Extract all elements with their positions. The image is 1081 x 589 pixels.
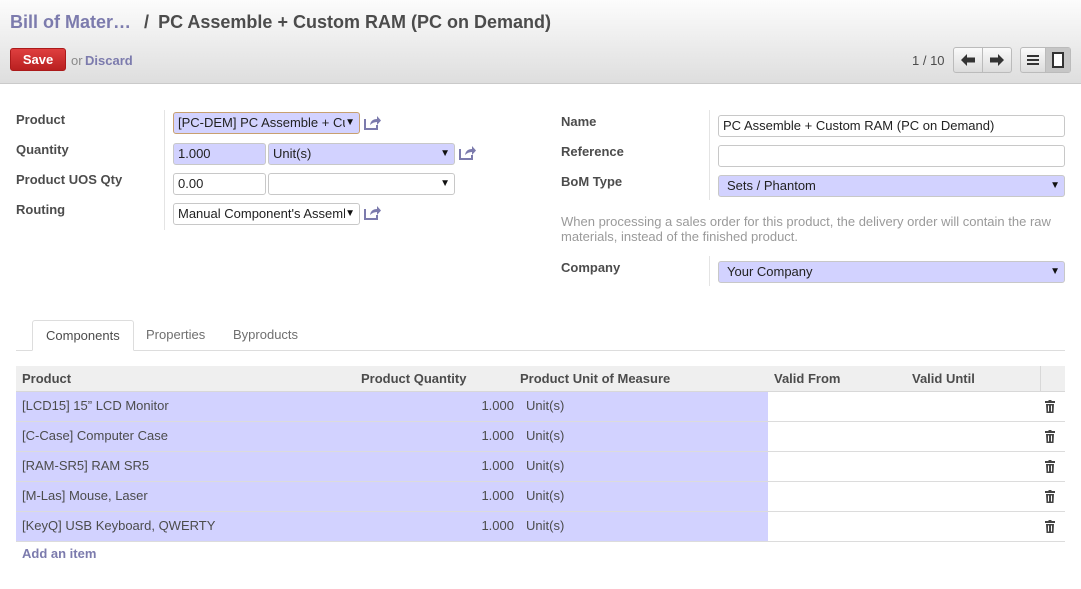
cell-valid-from[interactable]	[768, 452, 906, 481]
name-input[interactable]: PC Assemble + Custom RAM (PC on Demand)	[718, 115, 1065, 137]
trash-icon[interactable]	[1045, 490, 1055, 503]
column-header-product-quantity[interactable]: Product Quantity	[341, 366, 520, 391]
chevron-down-icon: ▼	[1050, 180, 1060, 191]
control-panel: Bill of Mater… / PC Assemble + Custom RA…	[0, 0, 1081, 84]
cell-quantity[interactable]: 1.000	[341, 452, 520, 481]
arrow-left-icon	[961, 54, 976, 66]
chevron-down-icon: ▼	[440, 148, 450, 159]
breadcrumb-separator: /	[144, 12, 150, 32]
reference-label: Reference	[561, 144, 624, 159]
cell-valid-from[interactable]	[768, 422, 906, 451]
list-view-button[interactable]	[1021, 48, 1045, 72]
tab-properties[interactable]: Properties	[133, 320, 218, 351]
quantity-input[interactable]: 1.000	[173, 143, 266, 165]
cell-product[interactable]: [RAM-SR5] RAM SR5	[16, 452, 341, 481]
cell-valid-until[interactable]	[906, 512, 1040, 541]
quantity-label: Quantity	[16, 142, 69, 157]
external-link-icon[interactable]	[458, 145, 476, 161]
chevron-down-icon: ▼	[345, 117, 355, 128]
trash-icon[interactable]	[1045, 430, 1055, 443]
components-table: Product Product Quantity Product Unit of…	[16, 366, 1065, 542]
column-header-unit-of-measure[interactable]: Product Unit of Measure	[520, 366, 768, 391]
tab-byproducts[interactable]: Byproducts	[220, 320, 311, 351]
column-header-product[interactable]: Product	[16, 366, 341, 391]
cell-product[interactable]: [M-Las] Mouse, Laser	[16, 482, 341, 511]
chevron-down-icon: ▼	[1050, 266, 1060, 277]
cell-valid-until[interactable]	[906, 482, 1040, 511]
column-divider	[709, 110, 710, 200]
trash-icon[interactable]	[1045, 460, 1055, 473]
external-link-icon[interactable]	[363, 205, 381, 221]
table-row[interactable]: [KeyQ] USB Keyboard, QWERTY 1.000 Unit(s…	[16, 512, 1065, 542]
page-title: PC Assemble + Custom RAM (PC on Demand)	[158, 12, 551, 32]
bom-type-select[interactable]: Sets / Phantom ▼	[718, 175, 1065, 197]
cell-valid-until[interactable]	[906, 392, 1040, 421]
next-record-button[interactable]	[982, 48, 1011, 72]
cell-uom[interactable]: Unit(s)	[520, 452, 768, 481]
form-view-icon	[1052, 52, 1065, 68]
cell-quantity[interactable]: 1.000	[341, 482, 520, 511]
column-header-actions	[1040, 366, 1065, 391]
cell-product[interactable]: [C-Case] Computer Case	[16, 422, 341, 451]
breadcrumb-parent-link[interactable]: Bill of Mater…	[10, 12, 131, 32]
add-an-item-link[interactable]: Add an item	[22, 546, 96, 561]
external-link-icon[interactable]	[363, 115, 381, 131]
list-view-icon	[1027, 55, 1040, 65]
arrow-right-icon	[990, 54, 1005, 66]
cell-uom[interactable]: Unit(s)	[520, 482, 768, 511]
cell-valid-until[interactable]	[906, 422, 1040, 451]
breadcrumb: Bill of Mater… / PC Assemble + Custom RA…	[10, 12, 551, 33]
cell-quantity[interactable]: 1.000	[341, 392, 520, 421]
column-divider	[164, 110, 165, 230]
cell-valid-from[interactable]	[768, 512, 906, 541]
company-select[interactable]: Your Company ▼	[718, 261, 1065, 283]
chevron-down-icon: ▼	[345, 208, 355, 219]
routing-label: Routing	[16, 202, 66, 217]
product-uos-qty-input[interactable]: 0.00	[173, 173, 266, 195]
table-header: Product Product Quantity Product Unit of…	[16, 366, 1065, 392]
cell-uom[interactable]: Unit(s)	[520, 512, 768, 541]
trash-icon[interactable]	[1045, 400, 1055, 413]
cell-uom[interactable]: Unit(s)	[520, 422, 768, 451]
product-uos-select[interactable]: ▼	[268, 173, 455, 195]
reference-input[interactable]	[718, 145, 1065, 167]
cell-quantity[interactable]: 1.000	[341, 422, 520, 451]
cell-valid-from[interactable]	[768, 482, 906, 511]
column-header-valid-from[interactable]: Valid From	[768, 366, 906, 391]
chevron-down-icon: ▼	[440, 178, 450, 189]
bom-type-help-text: When processing a sales order for this p…	[561, 214, 1051, 244]
view-switcher	[1020, 47, 1071, 73]
pager-counter[interactable]: 1 / 10	[912, 53, 945, 68]
table-row[interactable]: [C-Case] Computer Case 1.000 Unit(s)	[16, 422, 1065, 452]
cell-uom[interactable]: Unit(s)	[520, 392, 768, 421]
cell-valid-until[interactable]	[906, 452, 1040, 481]
column-divider	[709, 256, 710, 286]
product-select[interactable]: [PC-DEM] PC Assemble + Custom RAM (PC on…	[173, 112, 360, 134]
table-row[interactable]: [RAM-SR5] RAM SR5 1.000 Unit(s)	[16, 452, 1065, 482]
cell-product[interactable]: [LCD15] 15” LCD Monitor	[16, 392, 341, 421]
trash-icon[interactable]	[1045, 520, 1055, 533]
company-label: Company	[561, 260, 621, 275]
product-uos-qty-label: Product UOS Qty	[16, 172, 123, 187]
cell-product[interactable]: [KeyQ] USB Keyboard, QWERTY	[16, 512, 341, 541]
table-row[interactable]: [M-Las] Mouse, Laser 1.000 Unit(s)	[16, 482, 1065, 512]
form-view-button[interactable]	[1045, 48, 1070, 72]
unit-of-measure-select[interactable]: Unit(s) ▼	[268, 143, 455, 165]
bom-type-label: BoM Type	[561, 174, 623, 189]
product-label: Product	[16, 112, 66, 127]
or-text: or	[71, 53, 83, 68]
column-header-valid-until[interactable]: Valid Until	[906, 366, 1040, 391]
tab-components[interactable]: Components	[32, 320, 134, 351]
pager-buttons	[953, 47, 1012, 73]
routing-select[interactable]: Manual Component's Assembly ▼	[173, 203, 360, 225]
name-label: Name	[561, 114, 597, 129]
previous-record-button[interactable]	[954, 48, 982, 72]
save-button[interactable]: Save	[10, 48, 66, 71]
cell-quantity[interactable]: 1.000	[341, 512, 520, 541]
cell-valid-from[interactable]	[768, 392, 906, 421]
discard-link[interactable]: Discard	[85, 53, 133, 68]
table-row[interactable]: [LCD15] 15” LCD Monitor 1.000 Unit(s)	[16, 392, 1065, 422]
